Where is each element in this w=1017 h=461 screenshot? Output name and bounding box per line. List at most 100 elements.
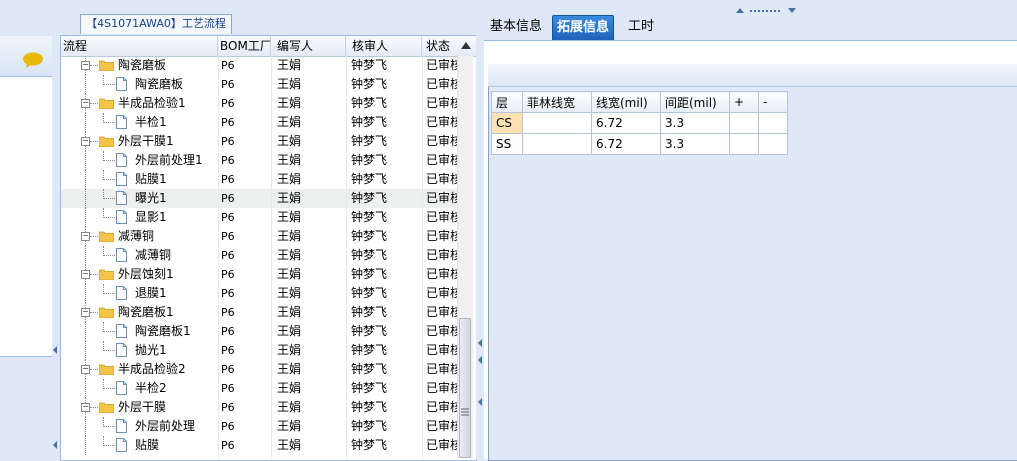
tree-row[interactable]: 陶瓷磨板 P6 王娟 钟梦飞 已审核 xyxy=(61,75,459,94)
tree-row[interactable]: 减薄铜 P6 王娟 钟梦飞 已审核 xyxy=(61,246,459,265)
column-header-line-width[interactable]: 线宽(mil) xyxy=(591,91,661,113)
add-cell[interactable] xyxy=(729,112,759,134)
remove-column-button[interactable]: - xyxy=(758,91,788,113)
bom-cell: P6 xyxy=(221,306,235,319)
collapse-center-icon-2[interactable] xyxy=(478,356,482,364)
column-header-flow[interactable]: 流程 xyxy=(61,36,218,56)
column-header-writer[interactable]: 编写人 xyxy=(271,36,346,56)
document-icon xyxy=(116,153,127,167)
film-width-cell[interactable] xyxy=(522,112,592,134)
chat-bubble-icon[interactable] xyxy=(22,52,44,68)
tree-row[interactable]: 显影1 P6 王娟 钟梦飞 已审核 xyxy=(61,208,459,227)
tree-row[interactable]: 退膜1 P6 王娟 钟梦飞 已审核 xyxy=(61,284,459,303)
tree-row[interactable]: − 外层蚀刻1 P6 王娟 钟梦飞 已审核 xyxy=(61,265,459,284)
minus-box-icon[interactable]: − xyxy=(81,232,90,241)
tree-row[interactable]: 半检1 P6 王娟 钟梦飞 已审核 xyxy=(61,113,459,132)
line-width-cell[interactable]: 6.72 xyxy=(591,133,661,155)
tree-item-label: 外层干膜 xyxy=(118,400,167,414)
status-cell: 已审核 xyxy=(426,324,459,338)
tree-item-label: 退膜1 xyxy=(135,286,167,300)
tree-row[interactable]: 曝光1 P6 王娟 钟梦飞 已审核 xyxy=(61,189,459,208)
writer-cell: 王娟 xyxy=(277,381,302,395)
tree-vertical-scrollbar[interactable] xyxy=(457,56,473,458)
remove-cell[interactable] xyxy=(758,112,788,134)
add-column-button[interactable]: + xyxy=(729,91,759,113)
tree-connector xyxy=(90,141,98,142)
tab-work-hours[interactable]: 工时 xyxy=(624,15,658,39)
tree-item-label: 陶瓷磨板1 xyxy=(135,324,191,338)
writer-cell: 王娟 xyxy=(277,210,302,224)
tree-row[interactable]: − 外层干膜1 P6 王娟 钟梦飞 已审核 xyxy=(61,132,459,151)
center-splitter[interactable] xyxy=(476,14,484,459)
column-separator xyxy=(218,56,219,459)
tree-row[interactable]: − 减薄铜 P6 王娟 钟梦飞 已审核 xyxy=(61,227,459,246)
writer-cell: 王娟 xyxy=(277,229,302,243)
status-cell: 已审核 xyxy=(426,58,459,72)
bom-cell: P6 xyxy=(221,230,235,243)
remove-cell[interactable] xyxy=(758,133,788,155)
column-header-film-width[interactable]: 菲林线宽 xyxy=(522,91,592,113)
tree-row[interactable]: 陶瓷磨板1 P6 王娟 钟梦飞 已审核 xyxy=(61,322,459,341)
minus-box-icon[interactable]: − xyxy=(81,270,90,279)
layer-cell[interactable]: CS xyxy=(491,112,523,134)
tree-connector xyxy=(85,417,86,436)
collapse-left-icon[interactable] xyxy=(53,346,57,354)
column-header-layer[interactable]: 层 xyxy=(491,91,523,113)
scrollbar-thumb[interactable] xyxy=(459,318,471,458)
reviewer-cell: 钟梦飞 xyxy=(351,134,388,148)
minus-box-icon[interactable]: − xyxy=(81,137,90,146)
collapse-center-icon[interactable] xyxy=(478,339,482,347)
folder-icon xyxy=(98,307,115,319)
column-header-bom[interactable]: BOM工厂 xyxy=(218,36,271,56)
tree-connector xyxy=(103,350,115,351)
column-header-reviewer[interactable]: 核审人 xyxy=(346,36,422,56)
add-cell[interactable] xyxy=(729,133,759,155)
table-row[interactable]: SS 6.72 3.3 xyxy=(491,133,788,155)
tree-item-label: 半成品检验1 xyxy=(118,96,186,110)
minus-box-icon[interactable]: − xyxy=(81,365,90,374)
left-splitter[interactable] xyxy=(52,36,60,459)
minus-box-icon[interactable]: − xyxy=(81,99,90,108)
reviewer-cell: 钟梦飞 xyxy=(351,324,388,338)
collapse-left-icon-2[interactable] xyxy=(53,441,57,449)
line-width-cell[interactable]: 6.72 xyxy=(591,112,661,134)
folder-icon xyxy=(98,98,115,110)
layer-cell[interactable]: SS xyxy=(491,133,523,155)
tree-item-label: 减薄铜 xyxy=(135,248,172,262)
table-row[interactable]: CS 6.72 3.3 xyxy=(491,112,788,134)
tree-row[interactable]: 贴膜1 P6 王娟 钟梦飞 已审核 xyxy=(61,170,459,189)
status-cell: 已审核 xyxy=(426,305,459,319)
collapse-center-icon-3[interactable] xyxy=(478,398,482,406)
tree-row[interactable]: 贴膜 P6 王娟 钟梦飞 已审核 xyxy=(61,436,459,455)
minus-box-icon[interactable]: − xyxy=(81,403,90,412)
tree-row[interactable]: − 陶瓷磨板 P6 王娟 钟梦飞 已审核 xyxy=(61,56,459,75)
tree-row[interactable]: 半检2 P6 王娟 钟梦飞 已审核 xyxy=(61,379,459,398)
minus-box-icon[interactable]: − xyxy=(81,308,90,317)
column-header-spacing[interactable]: 间距(mil) xyxy=(660,91,730,113)
folder-icon xyxy=(98,269,115,281)
tree-connector xyxy=(103,445,115,446)
film-width-cell[interactable] xyxy=(522,133,592,155)
column-header-status[interactable]: 状态 xyxy=(422,36,459,56)
tab-basic-info[interactable]: 基本信息 xyxy=(486,15,546,39)
tree-row[interactable]: − 半成品检验2 P6 王娟 钟梦飞 已审核 xyxy=(61,360,459,379)
arrow-up-icon[interactable] xyxy=(461,42,471,49)
tree-item-label: 外层前处理 xyxy=(135,419,196,433)
process-flow-tab[interactable]: 【4S1071AWA0】工艺流程 xyxy=(80,14,232,34)
status-cell: 已审核 xyxy=(426,210,459,224)
spacing-cell[interactable]: 3.3 xyxy=(660,112,730,134)
tree-row[interactable]: 外层前处理 P6 王娟 钟梦飞 已审核 xyxy=(61,417,459,436)
spacing-cell[interactable]: 3.3 xyxy=(660,133,730,155)
tree-connector xyxy=(103,160,115,161)
document-icon xyxy=(116,381,127,395)
document-icon xyxy=(116,210,127,224)
tree-row[interactable]: 抛光1 P6 王娟 钟梦飞 已审核 xyxy=(61,341,459,360)
status-cell: 已审核 xyxy=(426,248,459,262)
bom-cell: P6 xyxy=(221,135,235,148)
minus-box-icon[interactable]: − xyxy=(81,61,90,70)
tree-row[interactable]: − 半成品检验1 P6 王娟 钟梦飞 已审核 xyxy=(61,94,459,113)
tree-row[interactable]: 外层前处理1 P6 王娟 钟梦飞 已审核 xyxy=(61,151,459,170)
tree-row[interactable]: − 外层干膜 P6 王娟 钟梦飞 已审核 xyxy=(61,398,459,417)
tab-extended-info[interactable]: 拓展信息 xyxy=(552,15,615,40)
tree-row[interactable]: − 陶瓷磨板1 P6 王娟 钟梦飞 已审核 xyxy=(61,303,459,322)
